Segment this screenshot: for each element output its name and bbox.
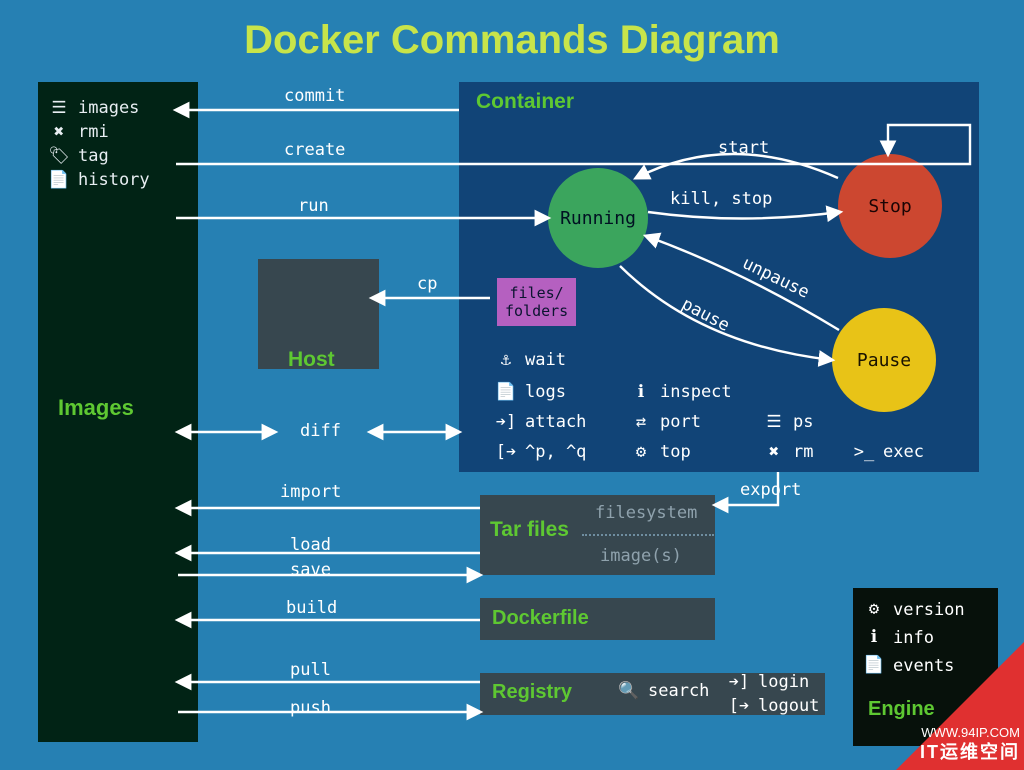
label-run: run	[298, 196, 329, 216]
images-item-tag: 🏷tag	[38, 144, 198, 168]
label-push: push	[290, 698, 331, 718]
page-title: Docker Commands Diagram	[0, 18, 1024, 63]
list-icon: ☰	[765, 413, 783, 431]
state-stop: Stop	[838, 154, 942, 258]
tar-divider	[582, 534, 714, 536]
file-icon: 📄	[50, 171, 68, 189]
cmd-ps: ☰ps	[765, 412, 813, 432]
label-start: start	[718, 138, 769, 158]
label-pull: pull	[290, 660, 331, 680]
cmd-top: ⚙top	[632, 442, 691, 462]
watermark-brand: IT运维空间	[920, 738, 1020, 764]
file-icon: 📄	[497, 383, 515, 401]
label-kill-stop: kill, stop	[670, 189, 772, 209]
images-item-images: ☰images	[38, 96, 198, 120]
label-diff: diff	[300, 421, 341, 441]
logout-icon: [➔	[730, 697, 748, 715]
label-import: import	[280, 482, 341, 502]
label-build: build	[286, 598, 337, 618]
tar-images: image(s)	[600, 546, 682, 566]
cmd-port: ⇄port	[632, 412, 701, 432]
cmd-exec: >_exec	[855, 442, 924, 462]
cmd-detach: [➔^p, ^q	[497, 442, 586, 462]
state-pause: Pause	[832, 308, 936, 412]
container-files-folders: files/ folders	[497, 278, 576, 326]
label-cp: cp	[417, 274, 437, 294]
tar-title: Tar files	[490, 518, 569, 542]
dockerfile-title: Dockerfile	[492, 607, 589, 630]
images-item-rmi: ✖rmi	[38, 120, 198, 144]
close-icon: ✖	[765, 443, 783, 461]
registry-search: 🔍search	[620, 681, 709, 701]
label-export: export	[740, 480, 801, 500]
gears-icon: ⚙	[632, 443, 650, 461]
file-icon: 📄	[865, 656, 883, 674]
registry-title: Registry	[492, 681, 572, 704]
tag-icon: 🏷	[50, 147, 68, 165]
login-icon: ➔]	[730, 673, 748, 691]
cmd-logs: 📄logs	[497, 382, 566, 402]
cmd-rm: ✖rm	[765, 442, 813, 462]
list-icon: ☰	[50, 99, 68, 117]
info-icon: ℹ	[865, 628, 883, 646]
images-item-history: 📄history	[38, 168, 198, 192]
logout-icon: [➔	[497, 443, 515, 461]
swap-icon: ⇄	[632, 413, 650, 431]
terminal-icon: >_	[855, 443, 873, 461]
login-icon: ➔]	[497, 413, 515, 431]
label-save: save	[290, 560, 331, 580]
cmd-wait: ⚓wait	[497, 350, 566, 370]
tar-filesystem: filesystem	[595, 503, 697, 523]
state-running: Running	[548, 168, 648, 268]
registry-login: ➔]login	[730, 672, 809, 692]
gear-icon: ⚙	[865, 600, 883, 618]
search-icon: 🔍	[620, 682, 638, 700]
cmd-attach: ➔]attach	[497, 412, 586, 432]
close-icon: ✖	[50, 123, 68, 141]
label-create: create	[284, 140, 345, 160]
label-load: load	[290, 535, 331, 555]
host-title: Host	[288, 348, 335, 372]
images-title: Images	[58, 395, 134, 421]
engine-version: ⚙version	[853, 596, 998, 624]
cmd-inspect: ℹinspect	[632, 382, 732, 402]
label-commit: commit	[284, 86, 345, 106]
registry-logout: [➔logout	[730, 696, 819, 716]
anchor-icon: ⚓	[497, 351, 515, 369]
info-icon: ℹ	[632, 383, 650, 401]
container-title: Container	[476, 90, 574, 114]
